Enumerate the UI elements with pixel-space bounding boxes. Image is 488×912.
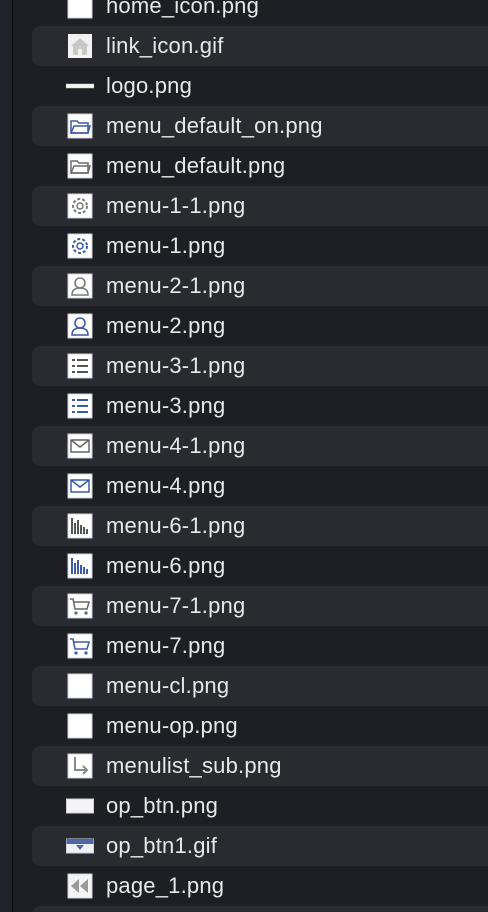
sub-arrow-icon	[66, 752, 94, 780]
file-name: menu-3-1.png	[106, 353, 246, 378]
gear-icon	[66, 192, 94, 220]
file-name: menu-4.png	[106, 473, 226, 498]
file-row[interactable]: menu-3-1.png	[12, 346, 488, 386]
file-name: menu-6-1.png	[106, 513, 246, 538]
dropdown-button-icon	[66, 832, 94, 860]
file-row[interactable]: menu-1.png	[12, 226, 488, 266]
file-name: menu-7-1.png	[106, 593, 246, 618]
rewind-icon	[66, 872, 94, 900]
file-row[interactable]: menu_default.png	[12, 146, 488, 186]
file-row[interactable]: menu-1-1.png	[12, 186, 488, 226]
file-name: menu_default.png	[106, 153, 286, 178]
file-row[interactable]: menu-7-1.png	[12, 586, 488, 626]
file-row[interactable]: menu-4.png	[12, 466, 488, 506]
file-name: menu_default_on.png	[106, 113, 323, 138]
user-icon	[66, 272, 94, 300]
file-name: logo.png	[106, 73, 193, 98]
file-row[interactable]: menu-cl.png	[12, 666, 488, 706]
file-row[interactable]: op_btn1.gif	[12, 826, 488, 866]
bar-chart-icon	[66, 552, 94, 580]
file-name: op_btn1.gif	[106, 833, 218, 858]
file-row[interactable]: link_icon.gif	[12, 26, 488, 66]
file-row[interactable]: op_btn.png	[12, 786, 488, 826]
file-row[interactable]: home_icon.png	[12, 0, 488, 26]
home-icon	[66, 32, 94, 60]
blank-page-icon	[66, 712, 94, 740]
file-row[interactable]: menu-7.png	[12, 626, 488, 666]
user-icon	[66, 312, 94, 340]
file-row[interactable]: menu-2-1.png	[12, 266, 488, 306]
file-row[interactable]: page_1.png	[12, 866, 488, 906]
file-row[interactable]: menu_default_on.png	[12, 106, 488, 146]
file-row[interactable]: menu-6.png	[12, 546, 488, 586]
file-name: menu-1.png	[106, 233, 226, 258]
blank-page-icon	[66, 672, 94, 700]
file-name: menu-7.png	[106, 633, 226, 658]
logo-strip-icon	[66, 72, 94, 100]
list-icon	[66, 392, 94, 420]
file-browser-window: home_icon.png link_icon.gif logo.png men…	[0, 0, 488, 912]
file-list: home_icon.png link_icon.gif logo.png men…	[12, 0, 488, 912]
file-name: menu-1-1.png	[106, 193, 246, 218]
file-row[interactable]: logo.png	[12, 66, 488, 106]
file-name: link_icon.gif	[106, 33, 224, 58]
file-row[interactable]: menu-6-1.png	[12, 506, 488, 546]
list-icon	[66, 352, 94, 380]
file-row[interactable]: menu-4-1.png	[12, 426, 488, 466]
folder-icon	[66, 112, 94, 140]
mail-icon	[66, 432, 94, 460]
file-name: menu-2-1.png	[106, 273, 246, 298]
file-name: page_1.png	[106, 873, 225, 898]
cart-icon	[66, 632, 94, 660]
file-row[interactable]: menulist_sub.png	[12, 746, 488, 786]
bar-chart-icon	[66, 512, 94, 540]
mail-icon	[66, 472, 94, 500]
file-row[interactable]	[12, 906, 488, 912]
file-name: menu-3.png	[106, 393, 226, 418]
file-name: menu-2.png	[106, 313, 226, 338]
file-name: menu-cl.png	[106, 673, 230, 698]
file-name: home_icon.png	[106, 0, 260, 18]
cart-icon	[66, 592, 94, 620]
blank-page-icon	[66, 0, 94, 20]
file-name: menulist_sub.png	[106, 753, 282, 778]
file-name: menu-4-1.png	[106, 433, 246, 458]
folder-icon	[66, 152, 94, 180]
file-row[interactable]: menu-3.png	[12, 386, 488, 426]
button-icon	[66, 792, 94, 820]
file-name: menu-op.png	[106, 713, 238, 738]
file-row[interactable]: menu-2.png	[12, 306, 488, 346]
file-name: op_btn.png	[106, 793, 219, 818]
file-row[interactable]: menu-op.png	[12, 706, 488, 746]
file-name: menu-6.png	[106, 553, 226, 578]
gear-icon	[66, 232, 94, 260]
